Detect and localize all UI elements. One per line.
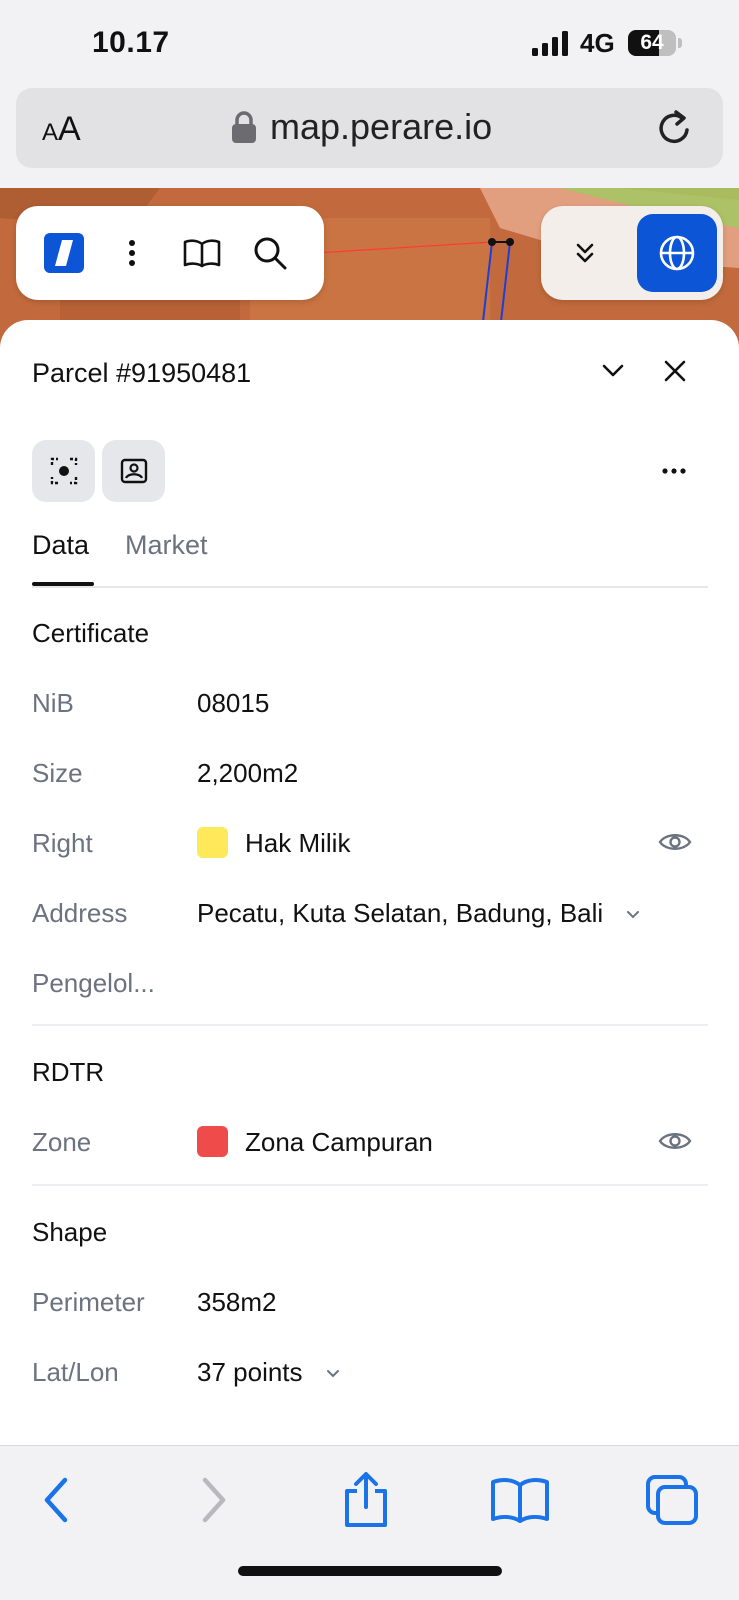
- panel-title: Parcel #91950481: [32, 358, 252, 388]
- chevron-down-icon: [602, 364, 624, 377]
- more-horizontal-icon: [662, 468, 686, 474]
- perimeter-value: 358m2: [197, 1287, 277, 1317]
- address-row[interactable]: Pecatu, Kuta Selatan, Badung, Bali: [197, 898, 640, 929]
- size-label: Size: [32, 758, 83, 788]
- book-icon[interactable]: [178, 229, 226, 277]
- manager-label: Pengelol...: [32, 968, 155, 998]
- section-shape: Shape: [32, 1217, 108, 1247]
- bookmarks-button[interactable]: [488, 1468, 552, 1532]
- focus-parcel-button[interactable]: [32, 440, 95, 502]
- size-value: 2,200m2: [197, 758, 299, 788]
- battery-icon: 64: [628, 30, 676, 56]
- nib-value: 08015: [197, 688, 270, 718]
- battery-level: 64: [640, 31, 664, 54]
- bookmarks-icon: [491, 1478, 549, 1523]
- menu-dots-icon[interactable]: [108, 229, 156, 277]
- chevron-down-icon: [627, 911, 640, 919]
- globe-icon: [659, 235, 695, 271]
- close-button[interactable]: [658, 354, 692, 388]
- collapse-button[interactable]: [596, 354, 630, 388]
- forward-arrow-icon: [202, 1477, 226, 1523]
- parcel-panel: Parcel #91950481 Data Market Certificate…: [0, 320, 739, 1445]
- forward-button[interactable]: [182, 1468, 246, 1532]
- close-icon: [664, 360, 686, 382]
- signal-icon: [532, 31, 568, 56]
- address-bar[interactable]: AA map.perare.io: [16, 88, 723, 168]
- eye-icon[interactable]: [658, 830, 692, 854]
- back-button[interactable]: [24, 1468, 88, 1532]
- zone-color-swatch: [197, 1126, 228, 1157]
- more-options-button[interactable]: [656, 454, 692, 488]
- divider: [32, 1024, 708, 1026]
- eye-icon[interactable]: [658, 1129, 692, 1153]
- double-chevron-down-icon[interactable]: [561, 229, 609, 277]
- right-value: Hak Milik: [245, 828, 351, 858]
- nib-label: NiB: [32, 688, 74, 718]
- panel-tabs: Data Market: [32, 530, 708, 588]
- latlon-label: Lat/Lon: [32, 1357, 119, 1387]
- home-indicator: [238, 1566, 502, 1576]
- perimeter-label: Perimeter: [32, 1287, 145, 1317]
- image-button[interactable]: [102, 440, 165, 502]
- map-layer-toolbar: [541, 206, 723, 300]
- address-value: Pecatu, Kuta Selatan, Badung, Bali: [197, 898, 604, 928]
- share-button[interactable]: [334, 1468, 398, 1532]
- focus-icon: [50, 457, 77, 485]
- zone-value: Zona Campuran: [245, 1127, 433, 1157]
- latlon-row[interactable]: 37 points: [197, 1357, 340, 1388]
- right-label: Right: [32, 828, 93, 858]
- search-icon[interactable]: [246, 229, 294, 277]
- tab-market[interactable]: Market: [125, 530, 208, 561]
- tabs-button[interactable]: [640, 1468, 704, 1532]
- divider: [32, 1184, 708, 1186]
- section-certificate: Certificate: [32, 618, 150, 648]
- image-icon: [120, 458, 147, 484]
- status-time: 10.17: [92, 26, 170, 59]
- latlon-value: 37 points: [197, 1357, 303, 1387]
- text-size-button[interactable]: AA: [42, 110, 81, 149]
- tabs-icon: [646, 1475, 698, 1525]
- share-icon: [345, 1472, 387, 1527]
- network-type: 4G: [580, 28, 615, 58]
- app-logo-icon[interactable]: [40, 229, 88, 277]
- reload-icon[interactable]: [654, 108, 694, 148]
- globe-button[interactable]: [637, 214, 717, 292]
- browser-toolbar: [0, 1445, 739, 1600]
- battery-cap: [678, 38, 682, 48]
- zone-label: Zone: [32, 1127, 92, 1157]
- tab-data[interactable]: Data: [32, 530, 89, 561]
- chevron-down-icon: [326, 1370, 339, 1378]
- status-bar: 10.17 4G 64: [0, 0, 739, 84]
- lock-icon: [232, 111, 256, 143]
- address-label: Address: [32, 898, 128, 928]
- url-text[interactable]: map.perare.io: [270, 106, 492, 148]
- map-toolbar: [16, 206, 324, 300]
- right-color-swatch: [197, 827, 228, 858]
- section-rdtr: RDTR: [32, 1057, 105, 1087]
- back-arrow-icon: [44, 1477, 68, 1523]
- active-tab-indicator: [32, 582, 94, 586]
